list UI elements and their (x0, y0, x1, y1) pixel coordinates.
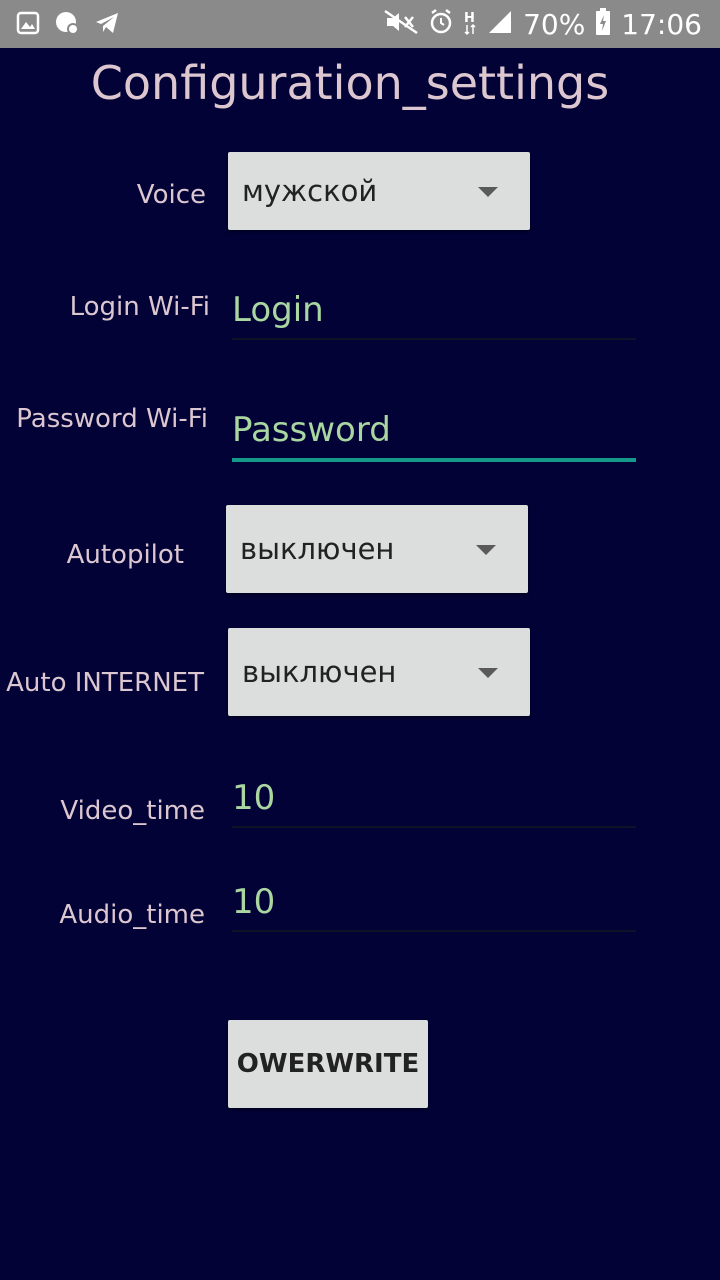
overwrite-button[interactable]: OWERWRITE (228, 1020, 428, 1108)
system-icons: H 70% 17:06 (383, 6, 702, 42)
video-time-input[interactable] (232, 778, 636, 818)
voice-spinner[interactable]: мужской (228, 152, 530, 230)
autopilot-label: Autopilot (66, 540, 184, 570)
autopilot-spinner[interactable]: выключен (226, 505, 528, 593)
dropdown-arrow-icon (478, 668, 498, 678)
voice-selected-value: мужской (242, 174, 378, 208)
audio-time-label: Audio_time (59, 900, 205, 930)
voice-label: Voice (136, 180, 206, 210)
viber-icon (54, 10, 80, 41)
gallery-icon (16, 11, 40, 40)
login-wifi-label: Login Wi-Fi (69, 292, 210, 322)
password-wifi-field-container (232, 410, 636, 462)
video-time-field-container (232, 778, 636, 828)
auto-internet-selected-value: выключен (242, 655, 397, 689)
login-wifi-input[interactable] (232, 290, 636, 330)
battery-icon (595, 7, 611, 41)
auto-internet-spinner[interactable]: выключен (228, 628, 530, 716)
clock: 17:06 (621, 7, 702, 41)
page-title: Configuration_settings (90, 56, 610, 110)
alarm-icon (429, 8, 453, 40)
password-wifi-label: Password Wi-Fi (16, 404, 208, 434)
login-wifi-field-container (232, 290, 636, 340)
battery-percent: 70% (523, 7, 586, 41)
svg-text:H: H (464, 11, 475, 26)
video-time-label: Video_time (60, 796, 205, 826)
autopilot-selected-value: выключен (240, 532, 395, 566)
mute-icon (383, 9, 419, 40)
notification-icons (16, 10, 120, 41)
auto-internet-label: Auto INTERNET (6, 668, 204, 698)
telegram-icon (94, 11, 120, 40)
audio-time-field-container (232, 882, 636, 932)
network-type-icon: H (463, 8, 477, 41)
dropdown-arrow-icon (476, 545, 496, 555)
status-bar: H 70% 17:06 (0, 0, 720, 48)
password-wifi-input[interactable] (232, 410, 636, 450)
dropdown-arrow-icon (478, 187, 498, 197)
audio-time-input[interactable] (232, 882, 636, 922)
signal-icon (487, 9, 513, 40)
